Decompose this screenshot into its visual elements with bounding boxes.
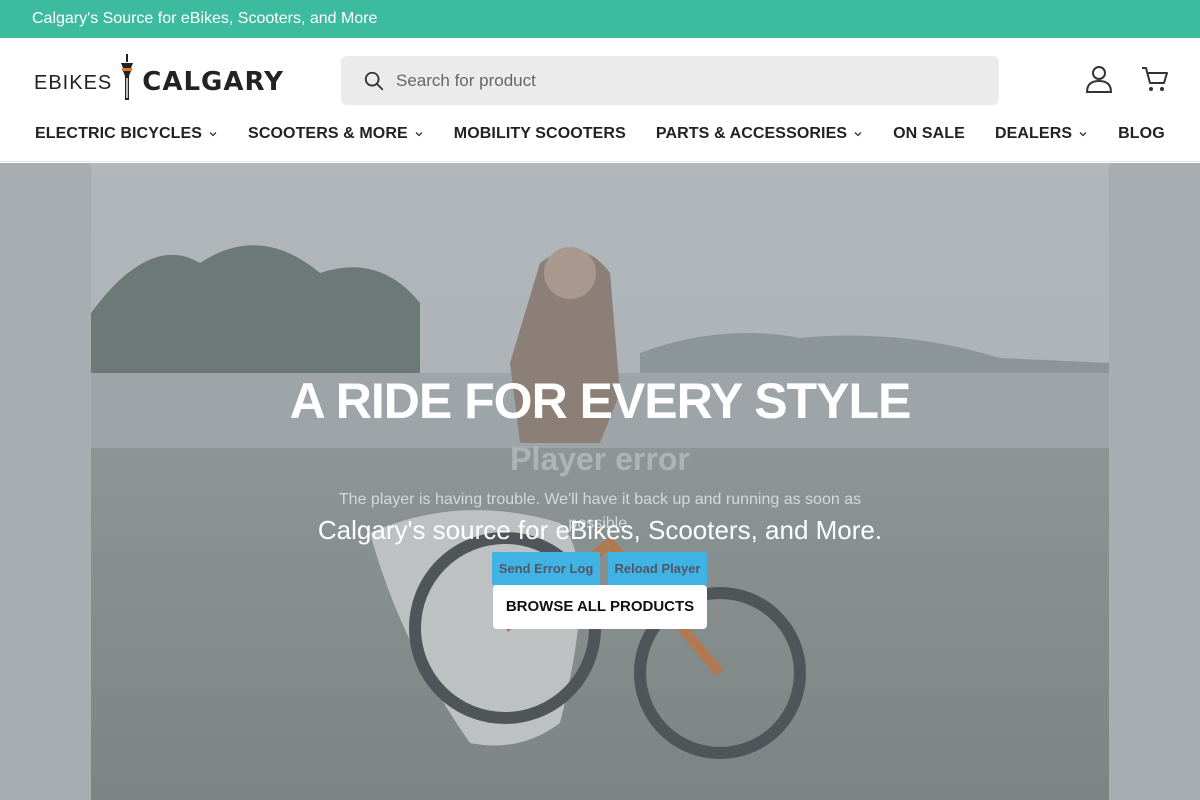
nav-item-label: DEALERS xyxy=(994,125,1073,142)
nav-item-dealers[interactable]: DEALERS xyxy=(995,125,1088,143)
send-error-log-button[interactable]: Send Error Log xyxy=(492,552,600,585)
hero-subtitle: Calgary's source for eBikes, Scooters, a… xyxy=(317,515,883,545)
nav-item-on-sale[interactable]: ON SALE xyxy=(893,125,965,143)
nav-item-blog[interactable]: BLOG xyxy=(1118,125,1165,143)
search-input[interactable] xyxy=(396,70,956,91)
logo-text-right: CALGARY xyxy=(142,67,284,97)
search-icon[interactable] xyxy=(363,70,385,92)
nav-item-mobility-scooters[interactable]: MOBILITY SCOOTERS xyxy=(454,125,626,143)
hero-banner: Player error The player is having troubl… xyxy=(0,163,1200,800)
nav-item-label: ELECTRIC BICYCLES xyxy=(35,125,203,142)
chevron-down-icon xyxy=(415,132,423,137)
player-error-title: Player error xyxy=(510,441,690,477)
announcement-bar: Calgary's Source for eBikes, Scooters, a… xyxy=(0,0,1200,38)
nav-item-label: PARTS & ACCESSORIES xyxy=(655,125,848,142)
hero-title: A RIDE FOR EVERY STYLE xyxy=(289,373,912,429)
video-frame xyxy=(91,163,1109,800)
site-header: EBIKES CALGARY Search for product ELECTR… xyxy=(0,38,1200,162)
main-nav: ELECTRIC BICYCLES SCOOTERS & MORE MOBILI… xyxy=(35,122,1195,146)
tower-logo-icon xyxy=(121,54,134,100)
chevron-down-icon xyxy=(1079,132,1087,137)
nav-item-electric-bicycles[interactable]: ELECTRIC BICYCLES xyxy=(35,125,218,143)
nav-item-label: MOBILITY SCOOTERS xyxy=(453,125,626,142)
header-icons xyxy=(1084,64,1170,94)
search-bar[interactable] xyxy=(341,56,999,105)
logo-text-left: EBIKES xyxy=(34,71,113,94)
site-logo[interactable]: EBIKES CALGARY xyxy=(34,54,284,102)
nav-item-parts-accessories[interactable]: PARTS & ACCESSORIES xyxy=(656,125,863,143)
nav-item-scooters-more[interactable]: SCOOTERS & MORE xyxy=(248,125,424,143)
chevron-down-icon xyxy=(854,132,862,137)
nav-item-label: ON SALE xyxy=(893,125,965,142)
cart-icon[interactable] xyxy=(1140,64,1170,94)
nav-item-label: SCOOTERS & MORE xyxy=(248,125,408,142)
announcement-text: Calgary's Source for eBikes, Scooters, a… xyxy=(32,10,378,27)
browse-all-products-button[interactable]: BROWSE ALL PRODUCTS xyxy=(493,585,707,629)
nav-item-label: BLOG xyxy=(1118,125,1165,142)
reload-player-button[interactable]: Reload Player xyxy=(608,552,707,585)
chevron-down-icon xyxy=(209,132,217,137)
account-icon[interactable] xyxy=(1084,64,1114,94)
